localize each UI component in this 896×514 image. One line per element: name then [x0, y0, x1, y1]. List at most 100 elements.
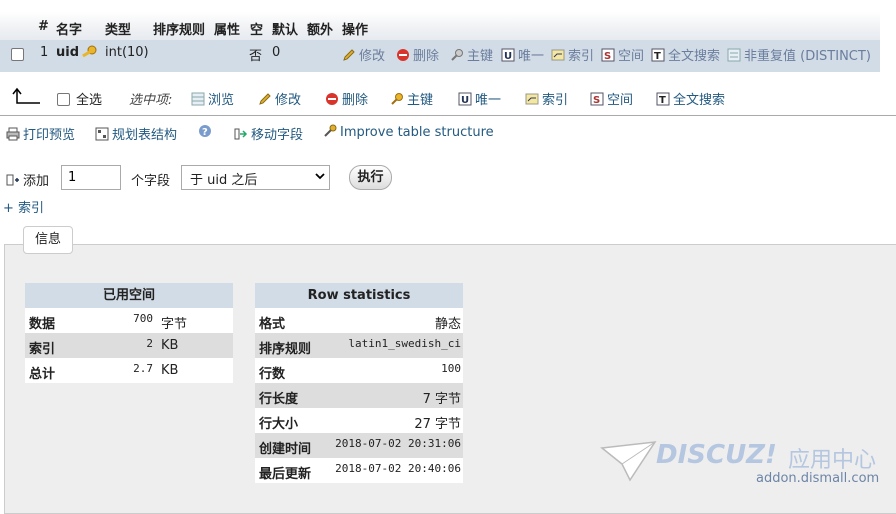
index-icon	[525, 92, 539, 106]
space-usage-rows: 数据 700 字节 索引 2 KB 总计 2.7 KB	[25, 308, 233, 383]
row-value: 700	[133, 312, 153, 325]
change-button[interactable]: 修改	[342, 45, 385, 64]
table-row: 总计 2.7 KB	[25, 358, 233, 383]
pencil-icon	[258, 92, 272, 106]
space-usage-table: 已用空间 数据 700 字节 索引 2 KB 总计 2.7 KB	[25, 283, 233, 383]
row-statistics-rows: 格式 静态 排序规则 latin1_swedish_ci 行数 100 行长度 7 字节…	[255, 308, 463, 483]
row-value: 静态	[434, 317, 461, 332]
row-unit: KB	[161, 363, 179, 378]
primary-label: 主键	[467, 49, 494, 64]
unique-button[interactable]: U 唯一	[501, 45, 544, 64]
row-key: 排序规则	[259, 342, 312, 357]
index-label: 索引	[568, 49, 595, 64]
row-checkbox[interactable]	[11, 48, 24, 65]
fulltext-button[interactable]: T 全文搜索	[651, 45, 720, 64]
col-attributes[interactable]: 属性	[214, 19, 240, 38]
svg-text:U: U	[504, 51, 512, 62]
row-name: uid	[56, 45, 80, 60]
relation-view-link[interactable]: 规划表结构	[95, 124, 177, 143]
unique-label: 唯一	[518, 49, 545, 64]
brand-suffix: 应用中心	[788, 448, 877, 473]
col-default[interactable]: 默认	[272, 19, 298, 38]
fulltext-label: 全文搜索	[668, 49, 721, 64]
primary-key-icon	[81, 45, 97, 59]
col-extra[interactable]: 额外	[307, 19, 333, 38]
index-button[interactable]: 索引	[551, 45, 594, 64]
row-unit: 字节	[161, 317, 188, 332]
sel-primary-label: 主键	[407, 93, 434, 108]
field-count-input[interactable]	[61, 165, 121, 190]
sel-index-label: 索引	[542, 93, 569, 108]
arrow-left-icon	[12, 86, 42, 106]
info-tab[interactable]: 信息	[23, 226, 73, 254]
row-key: 行长度	[259, 392, 299, 407]
row-value: 2018-07-02 20:31:06	[335, 437, 461, 450]
add-label-text: 添加	[23, 174, 50, 189]
sel-index-button[interactable]: 索引	[525, 89, 568, 108]
row-statistics-table: Row statistics 格式 静态 排序规则 latin1_swedish_c…	[255, 283, 463, 483]
space-usage-title: 已用空间	[25, 283, 233, 308]
sel-spatial-button[interactable]: S 空间	[590, 89, 633, 108]
row-key: 最后更新	[259, 467, 312, 482]
sel-primary-button[interactable]: 主键	[390, 89, 433, 108]
move-icon	[234, 127, 248, 141]
index-icon	[551, 48, 565, 62]
paper-plane-icon	[600, 441, 657, 482]
row-key: 数据	[29, 317, 56, 332]
col-type[interactable]: 类型	[105, 19, 131, 38]
move-columns-label: 移动字段	[251, 128, 304, 143]
col-collation[interactable]: 排序规则	[153, 19, 205, 38]
spatial-label: 空间	[618, 49, 645, 64]
row-value: latin1_swedish_ci	[348, 337, 461, 350]
svg-text:U: U	[461, 95, 469, 106]
add-column-label: 添加	[6, 170, 49, 189]
improve-structure-label: Improve table structure	[340, 125, 494, 140]
change-label: 修改	[359, 49, 386, 64]
position-selected: 于 uid 之后	[190, 173, 258, 188]
with-selected-label: 选中项:	[129, 93, 173, 108]
delete-icon	[396, 48, 410, 62]
check-all[interactable]: 全选	[57, 89, 102, 108]
sel-spatial-label: 空间	[607, 93, 634, 108]
print-view-link[interactable]: 打印预览	[6, 124, 75, 143]
sel-fulltext-button[interactable]: T 全文搜索	[656, 89, 725, 108]
improve-structure-link[interactable]: Improve table structure	[323, 124, 494, 140]
table-row: 1 uid int(10) 否 0 修改 删除 主键 U 唯一 索引 S 空间 T全…	[0, 40, 880, 72]
row-key: 创建时间	[259, 442, 312, 457]
check-all-label: 全选	[76, 93, 103, 108]
row-value: 27 字节	[414, 417, 461, 432]
row-value: 100	[441, 362, 461, 375]
table-row: 行数 100	[255, 358, 463, 383]
sel-fulltext-label: 全文搜索	[673, 93, 726, 108]
table-row: 最后更新 2018-07-02 20:40:06	[255, 458, 463, 483]
structure-icon	[95, 127, 109, 141]
row-value: 2018-07-02 20:40:06	[335, 462, 461, 475]
brand-text: DISCUZ!	[656, 440, 777, 470]
sel-change-button[interactable]: 修改	[258, 89, 301, 108]
help-icon[interactable]: ?	[198, 124, 212, 138]
distinct-button[interactable]: 非重复值 (DISTINCT)	[727, 45, 871, 64]
add-index-link[interactable]: + 索引	[3, 197, 44, 216]
row-default: 0	[272, 45, 281, 60]
drop-button[interactable]: 删除	[396, 45, 439, 64]
printer-icon	[6, 127, 20, 141]
distinct-label: 非重复值 (DISTINCT)	[744, 49, 871, 64]
col-action: 操作	[342, 23, 369, 38]
spatial-button[interactable]: S 空间	[601, 45, 644, 64]
move-columns-link[interactable]: 移动字段	[234, 124, 303, 143]
brand-url: addon.dismall.com	[756, 471, 880, 486]
relation-view-label: 规划表结构	[112, 128, 178, 143]
go-button[interactable]: 执行	[349, 165, 392, 190]
primary-button[interactable]: 主键	[450, 45, 493, 64]
row-key: 总计	[29, 367, 56, 382]
col-null[interactable]: 空	[250, 19, 263, 38]
delete-icon	[325, 92, 339, 106]
browse-button[interactable]: 浏览	[191, 89, 234, 108]
sel-unique-button[interactable]: U 唯一	[458, 89, 501, 108]
position-select[interactable]: 于 uid 之后	[181, 165, 330, 190]
sel-drop-button[interactable]: 删除	[325, 89, 368, 108]
table-row: 行大小 27 字节	[255, 408, 463, 433]
col-name[interactable]: 名字	[56, 19, 82, 38]
wrench-icon	[323, 124, 337, 138]
row-null: 否	[249, 49, 263, 64]
